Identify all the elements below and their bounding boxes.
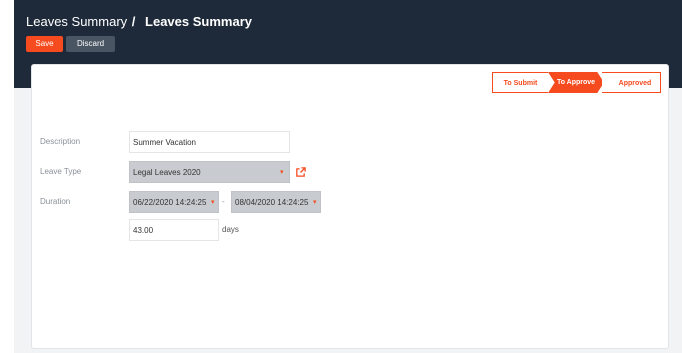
form-sheet [31,64,669,349]
stage-to-submit[interactable]: To Submit [492,72,548,93]
description-field[interactable]: Summer Vacation [129,131,290,153]
date-from-field[interactable]: 06/22/2020 14:24:25 ▾ [129,191,219,213]
leave-type-value: Legal Leaves 2020 [133,168,201,177]
discard-button[interactable]: Discard [66,36,115,52]
description-label: Description [40,137,81,146]
left-margin-strip [0,0,14,353]
description-value: Summer Vacation [133,138,196,147]
caret-down-icon: ▾ [313,199,317,206]
breadcrumb-current: Leaves Summary [145,14,252,29]
duration-unit-label: days [222,225,239,234]
caret-down-icon: ▾ [211,199,215,206]
status-bar: To Submit To Approve Approved [492,72,661,93]
breadcrumb: Leaves Summary / Leaves Summary [26,14,252,29]
stage-to-approve[interactable]: To Approve [548,72,604,93]
breadcrumb-separator: / [131,14,136,29]
save-button[interactable]: Save [26,36,63,52]
leave-type-select[interactable]: Legal Leaves 2020 ▾ [129,161,290,183]
duration-label: Duration [40,197,71,206]
date-to-field[interactable]: 08/04/2020 14:24:25 ▾ [231,191,321,213]
date-from-value: 06/22/2020 14:24:25 [133,198,207,207]
breadcrumb-parent[interactable]: Leaves Summary [26,14,127,29]
stage-approved[interactable]: Approved [602,72,661,93]
leave-type-label: Leave Type [40,167,82,176]
duration-days-value: 43.00 [133,226,154,235]
external-link-icon[interactable] [295,167,306,178]
date-separator: - [222,197,225,206]
caret-down-icon: ▾ [280,169,284,176]
date-to-value: 08/04/2020 14:24:25 [235,198,309,207]
duration-days-field[interactable]: 43.00 [129,219,219,241]
